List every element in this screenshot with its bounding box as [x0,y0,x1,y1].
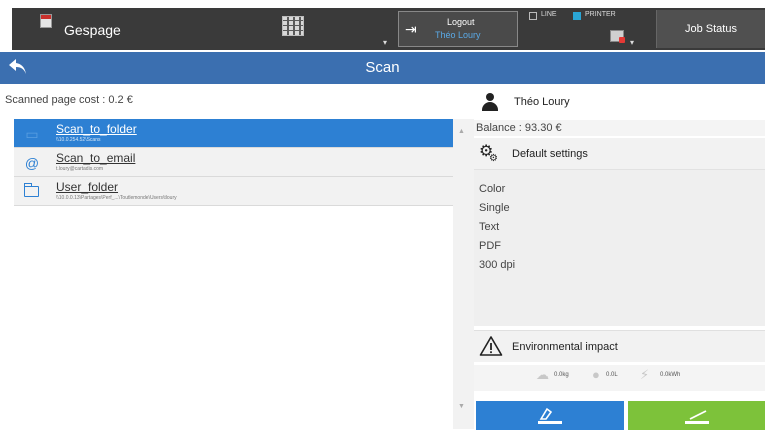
printer-checkbox[interactable] [573,12,581,20]
page-header: Scan [0,52,765,84]
line-label: LINE [541,11,557,18]
setting-file-format: PDF [479,240,501,252]
warning-icon [479,335,503,357]
water-value: 0.0L [606,372,618,378]
setting-sides: Single [479,202,510,214]
balance: Balance : 93.30 € [474,120,765,136]
water-drop-icon: ● [592,367,600,382]
energy-bolt-icon: ⚡ [640,367,650,382]
scroll-up-icon[interactable]: ▲ [458,128,465,135]
top-bar-background [12,8,765,50]
destination-item-scan-to-email[interactable]: @ Scan_to_email t.loury@cartadis.com [14,148,453,177]
chevron-down-icon[interactable]: ▾ [383,38,387,47]
destination-path: t.loury@cartadis.com [56,166,104,172]
scrollbar[interactable]: ▲ ▼ [453,119,474,429]
environmental-impact-title: Environmental impact [512,341,618,353]
at-icon: @ [24,155,40,171]
destination-path: \\10.0.0.13\Partages\Perf_...\Toutlemond… [56,195,177,201]
print-start-button[interactable] [628,401,765,430]
printer-label: PRINTER [585,11,616,18]
setting-resolution: 300 dpi [479,259,516,271]
default-settings-title: Default settings [512,148,588,160]
app-name: Gespage [64,22,121,38]
destination-name: User_folder [56,180,119,194]
setting-content-type: Text [479,221,500,233]
environmental-stats: ☁ 0.0kg ● 0.0L ⚡ 0.0kWh [474,365,765,391]
environmental-impact-header: Environmental impact [474,330,765,362]
scan-destinations-panel: Scanned page cost : 0.2 € ▭ Scan_to_fold… [0,84,453,446]
user-icon [480,92,500,112]
default-settings-list: Color Single Text PDF 300 dpi [474,170,765,326]
logout-button[interactable]: ⇥ Logout Théo Loury [398,11,518,47]
destination-name: Scan_to_email [56,151,136,165]
user-row: Théo Loury [474,92,765,118]
setting-color-mode: Color [479,183,506,195]
printer-icon[interactable] [610,30,625,43]
scroll-down-icon[interactable]: ▼ [458,403,465,410]
scan-start-button[interactable] [476,401,624,430]
scanner-print-icon [684,410,709,424]
co2-cloud-icon: ☁ [536,367,549,382]
user-info-panel: Théo Loury Balance : 93.30 € ⚙ ⚙ Default … [474,84,765,446]
scanned-page-cost: Scanned page cost : 0.2 € [5,94,133,106]
keypad-icon[interactable] [282,16,304,36]
line-checkbox[interactable] [529,12,537,20]
job-status-button[interactable]: Job Status [656,10,765,48]
user-name: Théo Loury [514,96,570,108]
destination-path: \\10.0.254.52\Scans [56,137,101,143]
destination-item-scan-to-folder[interactable]: ▭ Scan_to_folder \\10.0.254.52\Scans [14,119,453,148]
logout-label: Logout [447,17,475,27]
printer-dropdown-icon[interactable]: ▾ [630,38,634,47]
destination-list: ▭ Scan_to_folder \\10.0.254.52\Scans @ S… [14,119,453,206]
folder-icon [23,183,39,197]
gears-icon: ⚙ ⚙ [479,143,498,165]
co2-value: 0.0kg [554,372,569,378]
logout-icon: ⇥ [405,21,417,37]
logout-user-name: Théo Loury [435,30,481,40]
app-logo-icon [40,14,52,28]
folder-network-icon: ▭ [25,126,39,142]
page-title: Scan [365,59,400,76]
default-settings-header[interactable]: ⚙ ⚙ Default settings [474,138,765,170]
destination-name: Scan_to_folder [56,122,137,136]
destination-item-user-folder[interactable]: User_folder \\10.0.0.13\Partages\Perf_..… [14,177,453,206]
energy-value: 0.0kWh [660,372,681,378]
scanner-icon [538,407,562,424]
top-bar: Gespage ▾ ⇥ Logout Théo Loury LINE PRINT… [0,0,765,52]
